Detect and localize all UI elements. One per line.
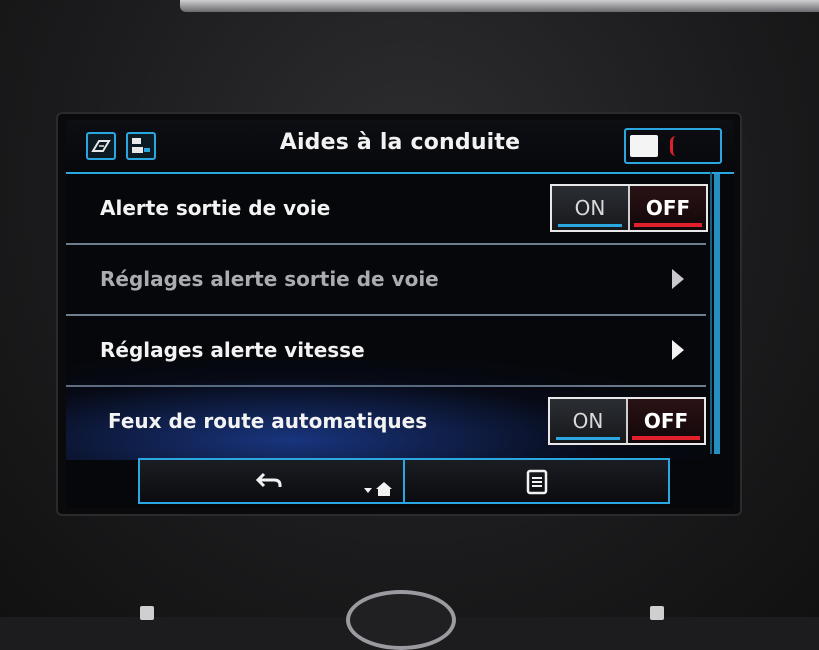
auto-high-beams-toggle[interactable]: ON OFF — [548, 397, 706, 445]
list-item-lane-departure-settings[interactable]: Réglages alerte sortie de voie — [66, 245, 706, 316]
toggle-off-button[interactable]: OFF — [630, 186, 706, 230]
bezel-trim — [180, 0, 819, 12]
list-item-lane-departure-alert: Alerte sortie de voie ON OFF — [66, 174, 708, 245]
row-label: Feux de route automatiques — [108, 409, 428, 433]
toggle-on-button[interactable]: ON — [552, 186, 630, 230]
back-icon[interactable] — [254, 470, 284, 492]
menu-button[interactable] — [405, 460, 668, 502]
back-home-button[interactable] — [140, 460, 405, 502]
chevron-right-icon — [672, 269, 684, 289]
note-icon[interactable] — [630, 135, 658, 157]
volume-knob[interactable] — [346, 590, 456, 650]
lane-departure-toggle[interactable]: ON OFF — [550, 184, 708, 232]
scrollbar[interactable] — [714, 172, 720, 454]
list-menu-icon[interactable] — [525, 469, 549, 495]
scroll-track — [710, 172, 712, 454]
status-area — [624, 128, 722, 164]
row-label: Réglages alerte sortie de voie — [100, 267, 439, 291]
road-sign-icon[interactable] — [86, 132, 116, 160]
chevron-right-icon — [672, 340, 684, 360]
toggle-off-button[interactable]: OFF — [628, 399, 704, 443]
row-label: Alerte sortie de voie — [100, 196, 331, 220]
header-bar: Aides à la conduite — [66, 120, 734, 174]
hardware-button[interactable] — [140, 606, 154, 620]
status-red-icon — [670, 136, 679, 156]
infotainment-screen: Aides à la conduite Alerte sortie de voi… — [66, 120, 734, 508]
home-dropdown-icon[interactable] — [362, 480, 398, 498]
hardware-button[interactable] — [650, 606, 664, 620]
lane-display-icon[interactable] — [126, 132, 156, 160]
toggle-on-button[interactable]: ON — [550, 399, 628, 443]
page-title: Aides à la conduite — [279, 130, 521, 155]
list-item-speed-alert-settings[interactable]: Réglages alerte vitesse — [66, 316, 706, 387]
row-label: Réglages alerte vitesse — [100, 338, 365, 362]
bottom-nav-bar — [138, 458, 670, 504]
list-item-auto-high-beams: Feux de route automatiques ON OFF — [66, 387, 706, 456]
